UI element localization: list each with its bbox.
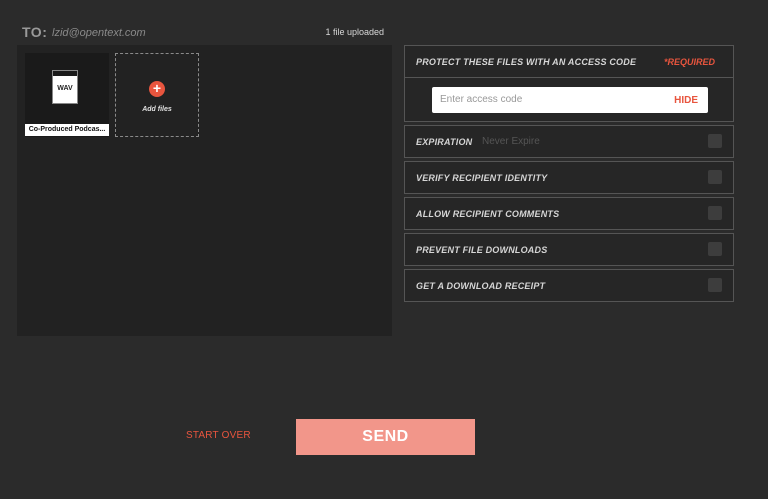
files-panel: WAV Co-Produced Podcas... + Add files — [17, 45, 392, 336]
recipient-email[interactable]: lzid@opentext.com — [52, 27, 146, 39]
file-name: Co-Produced Podcas... — [25, 124, 109, 136]
prevent-downloads-checkbox[interactable] — [708, 242, 722, 256]
verify-identity-checkbox[interactable] — [708, 170, 722, 184]
allow-comments-option[interactable]: ALLOW RECIPIENT COMMENTS — [404, 197, 734, 230]
expiration-option[interactable]: EXPIRATION Never Expire — [404, 125, 734, 158]
prevent-downloads-label: PREVENT FILE DOWNLOADS — [416, 245, 548, 255]
prevent-downloads-option[interactable]: PREVENT FILE DOWNLOADS — [404, 233, 734, 266]
file-tile[interactable]: WAV Co-Produced Podcas... — [25, 53, 109, 137]
add-files-button[interactable]: + Add files — [115, 53, 199, 137]
access-code-input-row: Enter access code HIDE — [404, 77, 734, 122]
upload-count: 1 file uploaded — [325, 27, 384, 37]
expiration-label: EXPIRATION — [416, 137, 473, 147]
download-receipt-option[interactable]: GET A DOWNLOAD RECEIPT — [404, 269, 734, 302]
send-button[interactable]: SEND — [296, 419, 475, 455]
download-receipt-checkbox[interactable] — [708, 278, 722, 292]
hide-code-button[interactable]: HIDE — [674, 95, 698, 106]
verify-identity-option[interactable]: VERIFY RECIPIENT IDENTITY — [404, 161, 734, 194]
to-label: TO: — [22, 24, 48, 40]
file-type: WAV — [57, 85, 73, 92]
wav-file-icon: WAV — [52, 70, 78, 104]
access-code-input[interactable]: Enter access code HIDE — [432, 87, 708, 113]
recipient-row: TO: lzid@opentext.com 1 file uploaded — [22, 24, 384, 42]
access-code-option: PROTECT THESE FILES WITH AN ACCESS CODE … — [404, 45, 734, 78]
start-over-link[interactable]: START OVER — [186, 430, 251, 441]
expiration-checkbox[interactable] — [708, 134, 722, 148]
allow-comments-label: ALLOW RECIPIENT COMMENTS — [416, 209, 560, 219]
expiration-value: Never Expire — [482, 136, 540, 147]
verify-identity-label: VERIFY RECIPIENT IDENTITY — [416, 173, 548, 183]
download-receipt-label: GET A DOWNLOAD RECEIPT — [416, 281, 546, 291]
access-code-placeholder: Enter access code — [440, 94, 523, 105]
required-badge: *REQUIRED — [663, 57, 715, 67]
access-code-label: PROTECT THESE FILES WITH AN ACCESS CODE — [416, 57, 637, 67]
plus-circle-icon: + — [149, 81, 165, 97]
add-files-label: Add files — [142, 106, 172, 113]
allow-comments-checkbox[interactable] — [708, 206, 722, 220]
